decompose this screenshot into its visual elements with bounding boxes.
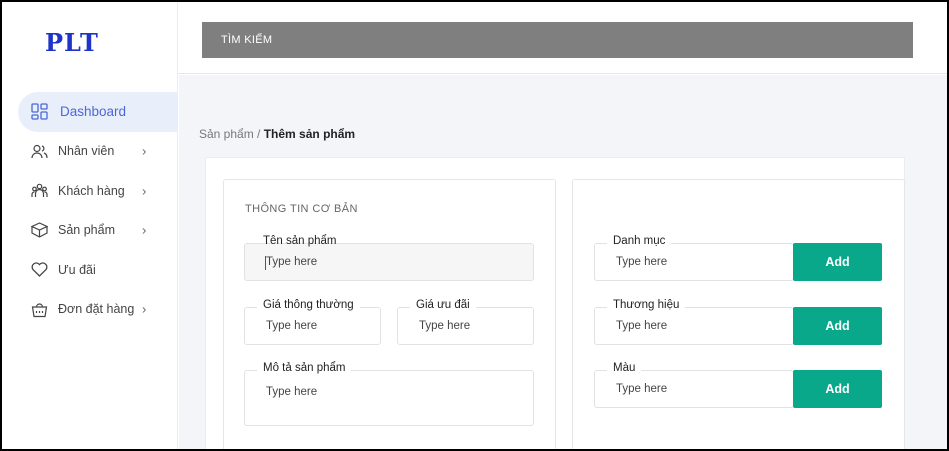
box-icon [30, 221, 48, 239]
regular-price-label: Giá thông thường [257, 299, 360, 311]
description-placeholder: Type here [266, 386, 318, 398]
basic-info-panel: THÔNG TIN CƠ BẢN Tên sản phẩm Type here … [223, 179, 556, 449]
sale-price-label: Giá ưu đãi [410, 299, 476, 311]
description-field[interactable]: Mô tả sản phẩm Type here [244, 362, 534, 426]
basket-icon [30, 300, 48, 318]
sale-price-placeholder: Type here [419, 320, 471, 332]
sidebar-item-employees[interactable]: Nhân viên › [2, 132, 178, 172]
search-bar[interactable]: TÌM KIẾM [202, 22, 913, 58]
breadcrumb: Sản phẩm / Thêm sản phẩm [199, 127, 355, 141]
breadcrumb-current: Thêm sản phẩm [263, 127, 356, 141]
category-label: Danh mục [607, 235, 672, 247]
search-label: TÌM KIẾM [221, 34, 273, 46]
product-name-label: Tên sản phẩm [263, 235, 337, 247]
breadcrumb-parent[interactable]: Sản phẩm / [199, 127, 260, 141]
sidebar-item-products[interactable]: Sản phẩm › [2, 211, 178, 251]
sidebar-item-customers[interactable]: Khách hàng › [2, 171, 178, 211]
sale-price-field[interactable]: Giá ưu đãi Type here [397, 299, 534, 345]
section-title: THÔNG TIN CƠ BẢN [245, 203, 358, 215]
main-content: Sản phẩm / Thêm sản phẩm THÔNG TIN CƠ BẢ… [179, 75, 947, 449]
color-placeholder: Type here [616, 383, 668, 395]
category-field[interactable]: Danh mục Type here [594, 235, 794, 281]
color-field[interactable]: Màu Type here [594, 362, 794, 408]
app-window: PLT Dashboard Nhân viên › Khách hàng › S… [0, 0, 949, 451]
category-placeholder: Type here [616, 256, 668, 268]
brand-field[interactable]: Thương hiệu Type here [594, 299, 794, 345]
sidebar-item-label: Khách hàng [58, 183, 125, 198]
users-icon [30, 142, 48, 160]
add-category-button[interactable]: Add [793, 243, 882, 281]
dashboard-icon [30, 103, 48, 121]
description-label: Mô tả sản phẩm [257, 362, 352, 374]
add-brand-button[interactable]: Add [793, 307, 882, 345]
product-form-card: THÔNG TIN CƠ BẢN Tên sản phẩm Type here … [205, 157, 905, 449]
sidebar-item-dashboard[interactable]: Dashboard [18, 92, 178, 132]
add-color-button[interactable]: Add [793, 370, 882, 408]
sidebar-item-label: Ưu đãi [58, 262, 96, 277]
sidebar-item-label: Sản phẩm [58, 223, 115, 238]
chevron-right-icon: › [142, 183, 147, 199]
regular-price-placeholder: Type here [266, 320, 318, 332]
logo[interactable]: PLT [45, 28, 99, 57]
sidebar-item-promotions[interactable]: Ưu đãi [2, 250, 178, 290]
brand-placeholder: Type here [616, 320, 668, 332]
product-name-field[interactable]: Tên sản phẩm Type here [244, 235, 534, 281]
chevron-right-icon: › [142, 143, 147, 159]
topbar: TÌM KIẾM [178, 2, 947, 74]
product-name-placeholder: Type here [266, 256, 318, 268]
sidebar-item-label: Dashboard [60, 104, 127, 120]
attributes-panel: Danh mục Type here Add Thương hiệu Type … [572, 179, 905, 449]
sidebar: PLT Dashboard Nhân viên › Khách hàng › S… [2, 2, 178, 449]
sidebar-item-label: Nhân viên [58, 144, 115, 159]
regular-price-field[interactable]: Giá thông thường Type here [244, 299, 381, 345]
sidebar-item-orders[interactable]: Đơn đặt hàng › [2, 290, 178, 330]
sidebar-item-label: Đơn đặt hàng [58, 302, 135, 317]
chevron-right-icon: › [142, 301, 147, 317]
customers-icon [30, 182, 48, 200]
heart-icon [30, 261, 48, 279]
chevron-right-icon: › [142, 222, 147, 238]
color-label: Màu [607, 362, 642, 374]
brand-label: Thương hiệu [607, 299, 686, 311]
sidebar-nav: Dashboard Nhân viên › Khách hàng › Sản p… [2, 92, 178, 329]
